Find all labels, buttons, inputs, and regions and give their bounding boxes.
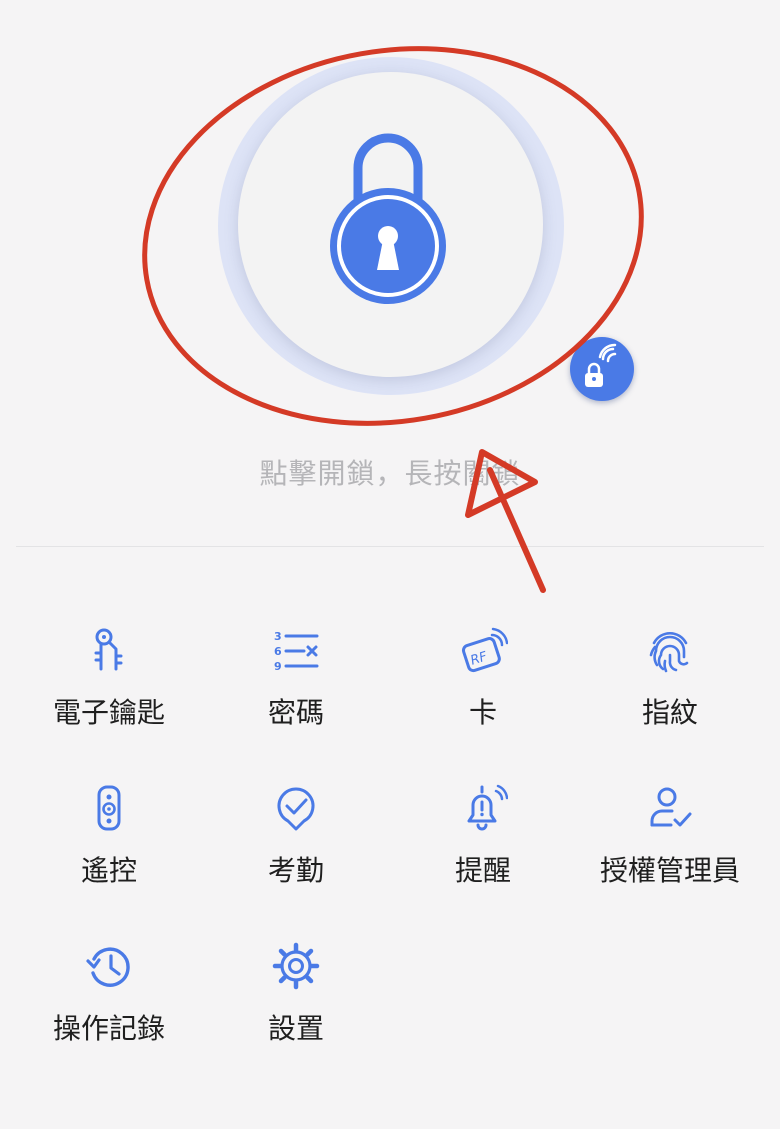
feature-label: 設置 [267, 1012, 324, 1045]
remote-lock-button[interactable] [570, 337, 634, 401]
feature-settings[interactable]: 設置 [201, 941, 391, 1061]
feature-attendance[interactable]: 考勤 [201, 783, 391, 903]
admin-user-icon [650, 787, 692, 827]
feature-label: 考勤 [267, 854, 324, 887]
rf-card-icon: RF [461, 627, 508, 673]
feature-card[interactable]: RF 卡 [388, 625, 578, 745]
feature-operation-log[interactable]: 操作記錄 [14, 941, 204, 1061]
passcode-icon: 3 6 9 [274, 630, 319, 673]
alert-bell-icon [467, 784, 508, 831]
attendance-check-icon [277, 787, 315, 831]
fingerprint-icon [649, 631, 689, 673]
feature-label: 遙控 [80, 854, 137, 887]
remote-control-icon [97, 785, 121, 831]
feature-label: 密碼 [267, 696, 324, 729]
lock-hint-text: 點擊開鎖，長按關鎖 [259, 457, 521, 490]
feature-electronic-key[interactable]: 電子鑰匙 [14, 625, 204, 745]
feature-label: 卡 [468, 696, 497, 729]
feature-authorized-admin[interactable]: 授權管理員 [575, 783, 765, 903]
feature-label: 授權管理員 [599, 854, 740, 887]
section-divider [16, 546, 764, 547]
feature-remote-control[interactable]: 遙控 [14, 783, 204, 903]
feature-passcode[interactable]: 3 6 9 密碼 [201, 625, 391, 745]
history-clock-icon [86, 947, 130, 987]
feature-label: 電子鑰匙 [52, 696, 165, 729]
padlock-icon [330, 133, 446, 304]
feature-label: 提醒 [454, 854, 511, 887]
feature-reminder[interactable]: 提醒 [388, 783, 578, 903]
keys-icon [94, 628, 123, 671]
wireless-lock-icon [585, 343, 617, 387]
feature-fingerprint[interactable]: 指紋 [575, 625, 765, 745]
svg-text:6: 6 [274, 645, 282, 658]
settings-gear-icon [272, 942, 320, 990]
svg-text:9: 9 [274, 660, 282, 673]
svg-text:3: 3 [274, 630, 282, 643]
feature-label: 指紋 [641, 696, 698, 729]
feature-label: 操作記錄 [52, 1012, 165, 1045]
